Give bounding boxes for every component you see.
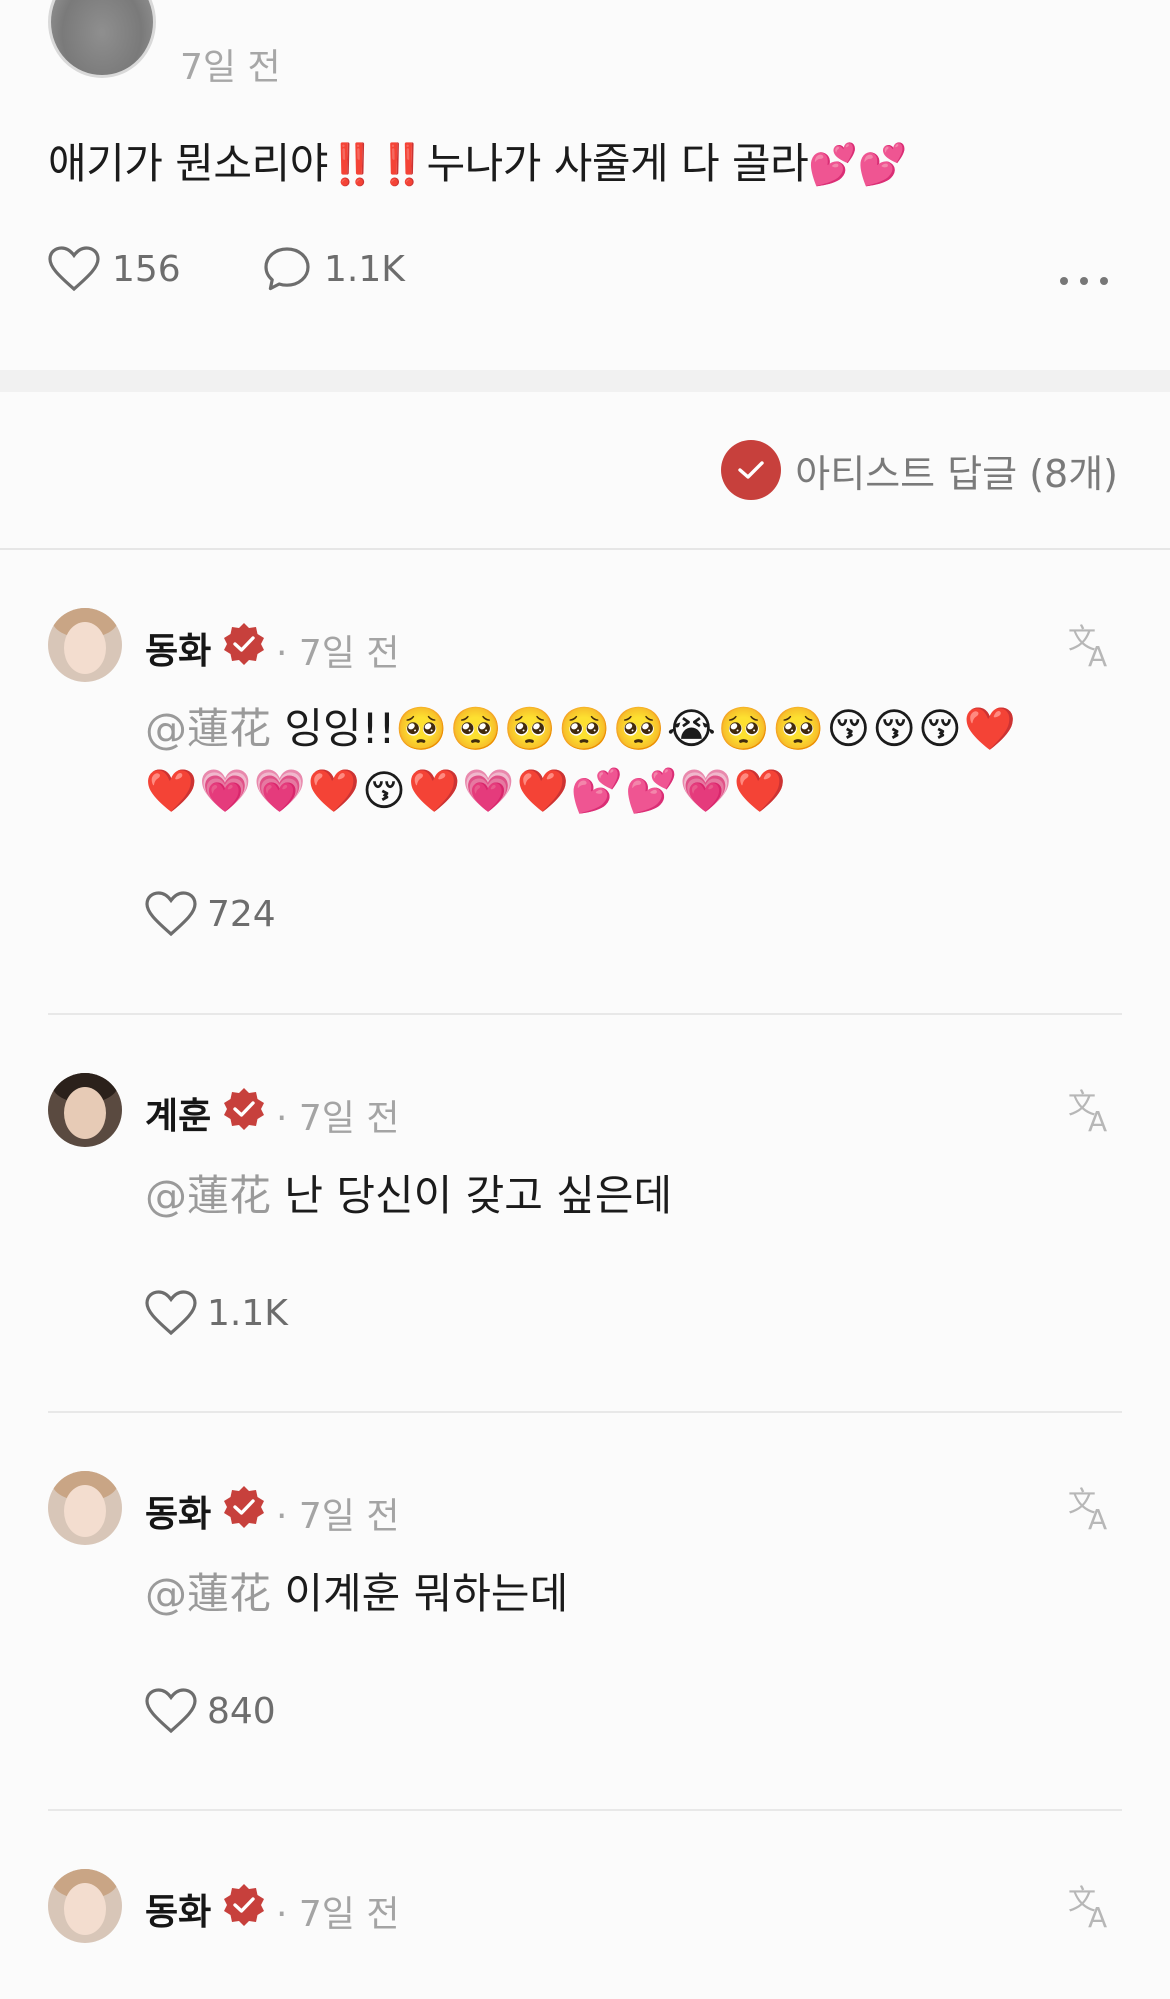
post-author-avatar[interactable] [48,0,156,78]
comment-like-button[interactable]: 1.1K [145,1289,288,1337]
comment-time-text: 7일 전 [298,1098,400,1139]
post: 7일 전 애기가 뭔소리야‼️‼️누나가 사줄게 다 골라💕💕 156 1.1K [0,0,1170,370]
svg-text:A: A [1088,1503,1107,1533]
comment-author-name[interactable]: 계훈 [145,1087,211,1139]
comment-text: @蓮花 난 당신이 갖고 싶은데 [145,1165,1110,1227]
dot-separator: · [276,633,288,674]
emoji-line-1: 🥺🥺🥺🥺🥺😭🥺🥺😚😚😚❤️ [395,704,1019,753]
post-comment-count: 1.1K [324,248,405,290]
post-comment-button[interactable]: 1.1K [262,245,405,293]
comment-page: 7일 전 애기가 뭔소리야‼️‼️누나가 사줄게 다 골라💕💕 156 1.1K [0,0,1170,1999]
emoji-line-2: ❤️💗💗❤️😚❤️💗❤️💕💕💗❤️ [145,766,789,815]
comment-body: 난 당신이 갖고 싶은데 [284,1171,673,1220]
post-text-part2: 누나가 사줄게 다 골라 [426,139,809,188]
avatar[interactable] [48,608,122,682]
post-time: 7일 전 [180,47,281,88]
comment-time-text: 7일 전 [298,1496,400,1537]
svg-text:A: A [1088,640,1107,670]
comment-like-count: 724 [207,893,276,935]
mention[interactable]: @蓮花 [145,1569,271,1618]
post-text: 애기가 뭔소리야‼️‼️누나가 사줄게 다 골라💕💕 [48,130,907,191]
comment-body: 이계훈 뭐하는데 [284,1569,569,1618]
double-exclamation-emoji: ‼️‼️ [327,142,427,188]
comment-author-name[interactable]: 동화 [145,622,211,674]
avatar[interactable] [48,1869,122,1943]
comment-time: · 7일 전 [276,1089,400,1141]
comment-text: @蓮花 이계훈 뭐하는데 [145,1563,1110,1625]
heart-icon [145,1290,197,1336]
comment-item: 동화 · 7일 전 文 A @蓮花 잉잉!!🥺🥺🥺🥺🥺😭🥺🥺😚😚😚❤️ ❤️💗💗… [0,550,1170,1015]
comment-body: 잉잉!! [284,704,396,753]
comment-like-button[interactable]: 840 [145,1687,276,1735]
heart-icon [145,891,197,937]
mention[interactable]: @蓮花 [145,704,271,753]
two-hearts-emoji: 💕💕 [808,142,907,188]
heart-icon [48,246,100,292]
translate-icon[interactable]: 文 A [1066,1481,1118,1533]
comment-like-button[interactable]: 724 [145,890,276,938]
comment-item: 동화 · 7일 전 文 A [0,1811,1170,1999]
comment-item: 동화 · 7일 전 文 A @蓮花 이계훈 뭐하는데 840 [0,1413,1170,1811]
mention[interactable]: @蓮花 [145,1171,271,1220]
post-text-part1: 애기가 뭔소리야 [48,139,328,188]
verified-badge-icon [224,1884,264,1926]
dot-separator: · [276,1894,288,1935]
heart-icon [145,1688,197,1734]
comment-text: @蓮花 잉잉!!🥺🥺🥺🥺🥺😭🥺🥺😚😚😚❤️ ❤️💗💗❤️😚❤️💗❤️💕💕💗❤️ [145,698,1110,822]
section-divider [0,370,1170,392]
verified-badge-icon [224,623,264,665]
translate-icon[interactable]: 文 A [1066,1083,1118,1135]
verified-badge-icon [224,1088,264,1130]
comment-bubble-icon [264,247,310,291]
comment-time: · 7일 전 [276,1885,400,1937]
more-horizontal-icon[interactable] [1058,256,1110,296]
comment-like-count: 1.1K [207,1292,288,1334]
check-circle-icon [721,440,782,500]
artist-replies-label: 아티스트 답글 (8개) [795,451,1118,496]
artist-replies-filter[interactable]: 아티스트 답글 (8개) [721,440,1118,500]
avatar[interactable] [48,1073,122,1147]
comment-time-text: 7일 전 [298,633,400,674]
dot-separator: · [276,1098,288,1139]
avatar[interactable] [48,1471,122,1545]
comment-author-name[interactable]: 동화 [145,1485,211,1537]
reply-filter-bar: 아티스트 답글 (8개) [0,392,1170,550]
comment-like-count: 840 [207,1690,276,1732]
verified-badge-icon [224,1486,264,1528]
comment-item: 계훈 · 7일 전 文 A @蓮花 난 당신이 갖고 싶은데 1.1K [0,1015,1170,1413]
svg-text:A: A [1088,1901,1107,1931]
comment-time: · 7일 전 [276,624,400,676]
comment-time: · 7일 전 [276,1487,400,1539]
dot-separator: · [276,1496,288,1537]
translate-icon[interactable]: 文 A [1066,1879,1118,1931]
comment-time-text: 7일 전 [298,1894,400,1935]
post-like-button[interactable]: 156 [48,245,181,293]
translate-icon[interactable]: 文 A [1066,618,1118,670]
comment-author-name[interactable]: 동화 [145,1883,211,1935]
svg-text:A: A [1088,1105,1107,1135]
post-like-count: 156 [112,248,181,290]
